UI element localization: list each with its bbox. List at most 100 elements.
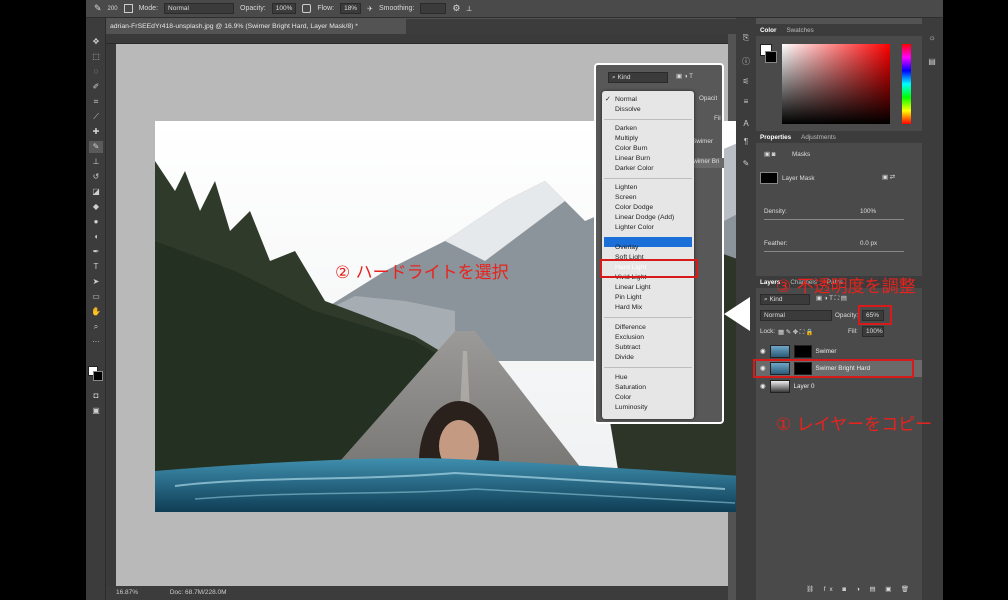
zoom-tool-icon[interactable]: ⌕ <box>89 321 103 333</box>
blend-item[interactable]: Screen <box>615 193 637 203</box>
popup-kind-filter[interactable]: ⌕ Kind <box>608 72 668 83</box>
paragraph-icon[interactable]: ¶ <box>739 136 753 148</box>
blend-item[interactable]: Darken <box>615 124 637 134</box>
blend-item[interactable]: Linear Burn <box>615 154 650 164</box>
tab-properties[interactable]: Properties <box>760 134 791 141</box>
tab-adjustments[interactable]: Adjustments <box>801 134 836 141</box>
screen-mode-icon[interactable]: ▣ <box>89 405 103 417</box>
eye-icon[interactable]: ◉ <box>760 348 766 355</box>
layer-blend-mode-select[interactable]: Normal <box>760 310 832 321</box>
callout-arrow <box>724 297 750 331</box>
libraries-icon[interactable]: ⎘ <box>739 32 753 44</box>
density-value[interactable]: 100% <box>860 208 876 215</box>
feather-slider[interactable] <box>764 251 904 252</box>
lasso-tool-icon[interactable]: ◌ <box>89 66 103 78</box>
hue-slider[interactable] <box>902 44 911 124</box>
eyedropper-tool-icon[interactable]: ⟋ <box>89 111 103 123</box>
move-tool-icon[interactable]: ✥ <box>89 36 103 48</box>
mode-select[interactable]: Normal <box>164 3 235 14</box>
brush-size[interactable]: 200 <box>108 6 118 12</box>
blend-item[interactable]: Multiply <box>615 134 638 144</box>
layer-actions-bar[interactable]: ⛓ fx ◙ ◑ ▤ ▣ 🗑 <box>806 585 913 593</box>
hand-tool-icon[interactable]: ✋ <box>89 306 103 318</box>
pen-tool-icon[interactable]: ✒ <box>89 246 103 258</box>
right-dock: ☼ ▤ <box>922 18 943 600</box>
flow-field[interactable]: 18% <box>340 3 362 14</box>
rectangle-tool-icon[interactable]: ▭ <box>89 291 103 303</box>
symmetry-icon[interactable]: ⟂ <box>466 4 471 14</box>
lock-icons[interactable]: ▦ ✎ ✥ ⛶ 🔒 <box>778 328 814 337</box>
zoom-level[interactable]: 16.87% <box>116 589 138 596</box>
brush-settings-icon[interactable]: ✎ <box>739 158 753 170</box>
more-tools-icon[interactable]: ··· <box>89 336 103 348</box>
opacity-field[interactable]: 100% <box>271 3 297 14</box>
color-field[interactable] <box>782 44 890 124</box>
brush-settings-icon[interactable] <box>123 4 133 13</box>
gear-icon[interactable]: ⚙ <box>452 3 460 14</box>
background-color-swatch[interactable] <box>93 371 103 381</box>
quick-mask-icon[interactable]: ◘ <box>89 390 103 402</box>
history-brush-icon[interactable]: ↺ <box>89 171 103 183</box>
blend-item[interactable]: Hue <box>615 373 627 383</box>
eye-icon[interactable]: ◉ <box>760 383 766 390</box>
brush-icon[interactable]: ✎ <box>94 3 102 14</box>
marquee-tool-icon[interactable]: ⬚ <box>89 51 103 63</box>
document-tab[interactable]: adrian-FrSEEdYr418-unsplash.jpg @ 16.9% … <box>106 19 406 34</box>
kind-label: Kind <box>769 296 783 303</box>
highlight-opacity-box <box>858 305 892 325</box>
highlight-hard-light-box <box>600 259 698 278</box>
blend-item[interactable]: Lighter Color <box>615 223 654 233</box>
tab-swatches[interactable]: Swatches <box>786 27 813 34</box>
blur-tool-icon[interactable]: ● <box>89 216 103 228</box>
blend-item[interactable]: Color <box>615 393 631 403</box>
info-icon[interactable]: ⓘ <box>739 56 753 68</box>
blend-mode-dropdown[interactable]: ✓ Normal Dissolve Darken Multiply Color … <box>602 91 694 419</box>
blend-item[interactable]: Dissolve <box>615 105 641 115</box>
healing-tool-icon[interactable]: ✚ <box>89 126 103 138</box>
blend-item[interactable]: Divide <box>615 353 634 363</box>
fill-field[interactable]: 100% <box>862 326 884 337</box>
blend-item[interactable]: Difference <box>615 323 646 333</box>
feather-value[interactable]: 0.0 px <box>860 240 877 247</box>
blend-item[interactable]: Subtract <box>615 343 640 353</box>
blend-item[interactable]: Color Dodge <box>615 203 653 213</box>
mode-label: Mode: <box>138 5 159 12</box>
adjustments-icon[interactable]: ⚟ <box>739 76 753 88</box>
color-bg-swatch[interactable] <box>765 51 777 63</box>
sliders-icon[interactable]: ≡ <box>739 96 753 108</box>
path-select-icon[interactable]: ➤ <box>89 276 103 288</box>
document-tabs: adrian-FrSEEdYr418-unsplash.jpg @ 16.9% … <box>106 19 748 34</box>
blend-item[interactable]: Hard Mix <box>615 303 642 313</box>
layer-row[interactable]: ◉ Layer 0 <box>756 378 922 395</box>
blend-item[interactable]: Normal <box>615 95 637 105</box>
paint-bucket-icon[interactable]: ◆ <box>89 201 103 213</box>
blend-item[interactable]: Lighten <box>615 183 637 193</box>
stamp-tool-icon[interactable]: ⊥ <box>89 156 103 168</box>
blend-item[interactable]: Linear Dodge (Add) <box>615 213 674 223</box>
eraser-tool-icon[interactable]: ◪ <box>89 186 103 198</box>
blend-item[interactable]: Pin Light <box>615 293 641 303</box>
density-slider[interactable] <box>764 219 904 220</box>
blend-item[interactable]: Luminosity <box>615 403 648 413</box>
pressure-opacity-icon[interactable] <box>302 4 312 13</box>
airbrush-icon[interactable]: ✈ <box>367 5 373 13</box>
lock-label: Lock: <box>760 328 776 335</box>
quick-select-tool-icon[interactable]: ✐ <box>89 81 103 93</box>
dodge-tool-icon[interactable]: ◖ <box>89 231 103 243</box>
blend-item[interactable]: Color Burn <box>615 144 648 154</box>
type-tool-icon[interactable]: T <box>89 261 103 273</box>
lightbulb-icon[interactable]: ☼ <box>925 32 939 44</box>
blend-item[interactable]: Exclusion <box>615 333 644 343</box>
blend-item[interactable]: Linear Light <box>615 283 651 293</box>
blend-item[interactable]: Overlay <box>615 243 638 253</box>
blend-item[interactable]: Darker Color <box>615 164 654 174</box>
character-icon[interactable]: A <box>739 118 753 130</box>
layer-row[interactable]: ◉ Swimer <box>756 343 922 360</box>
learn-icon[interactable]: ▤ <box>925 56 939 68</box>
smoothing-field[interactable] <box>420 3 447 14</box>
crop-tool-icon[interactable]: ⌗ <box>89 96 103 108</box>
tab-color[interactable]: Color <box>760 27 776 34</box>
mask-options-icon[interactable]: ▣ ⇄ <box>882 174 895 181</box>
blend-item[interactable]: Saturation <box>615 383 646 393</box>
brush-tool-icon[interactable]: ✎ <box>89 141 103 153</box>
